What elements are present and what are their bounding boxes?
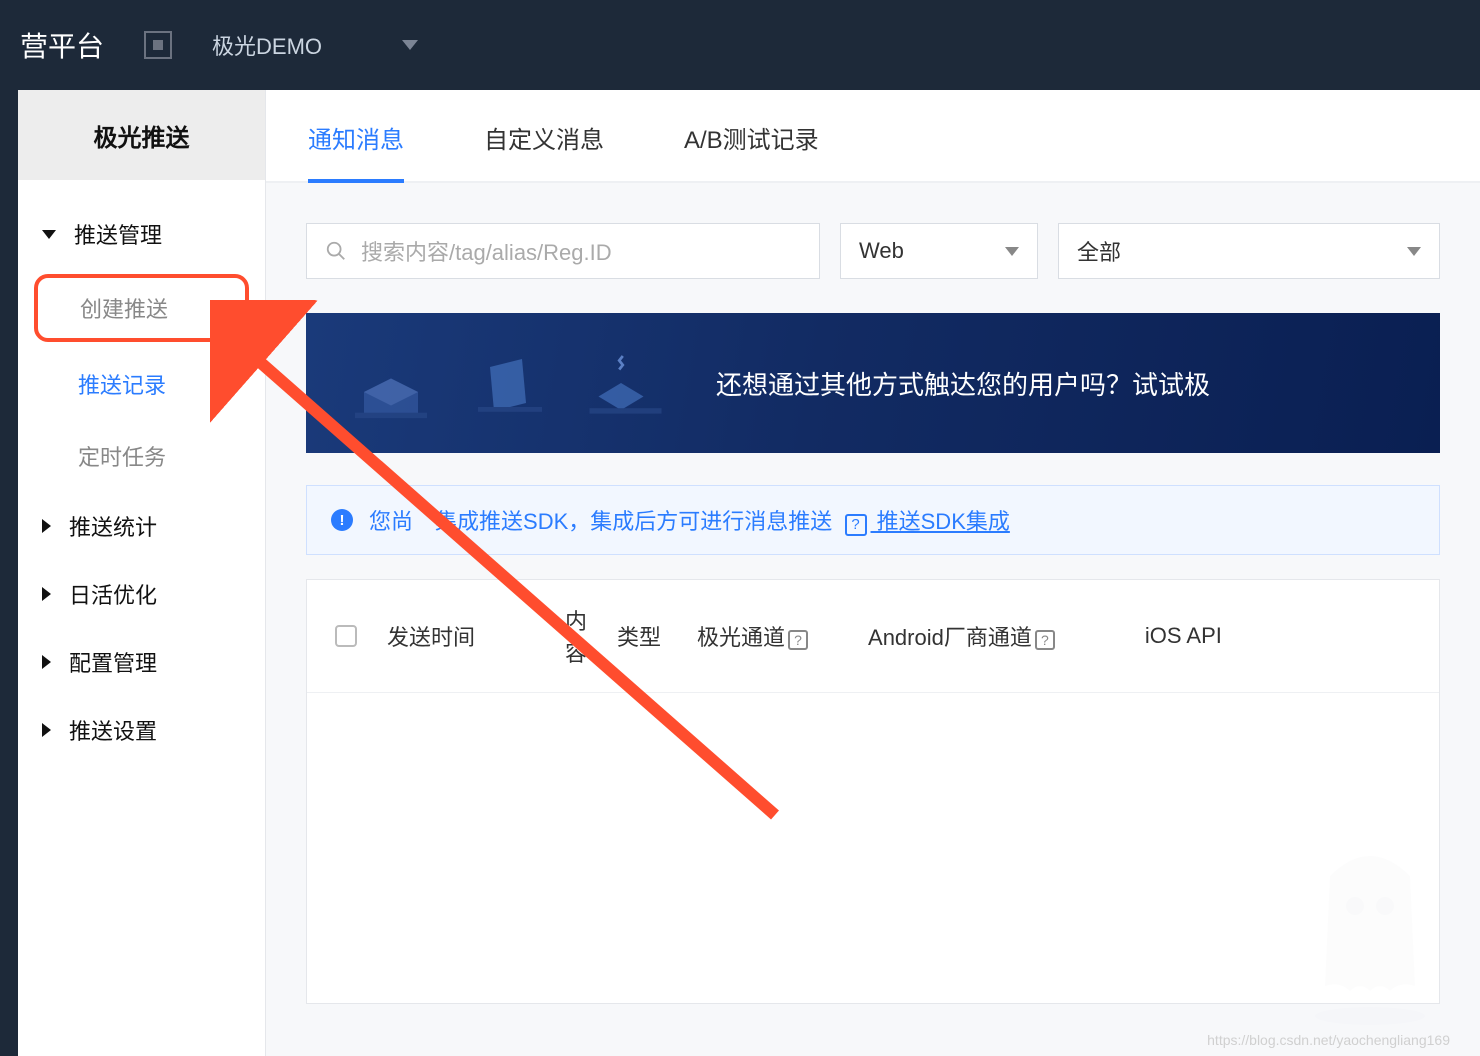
app-switcher-icon[interactable] bbox=[144, 31, 172, 59]
envelope-icon bbox=[346, 338, 436, 428]
sidebar-sub-label: 定时任务 bbox=[78, 445, 166, 470]
sidebar-group-dau[interactable]: 日活优化 bbox=[18, 560, 265, 628]
sdk-alert: ! 您尚未集成推送SDK，集成后方可进行消息推送 ? 推送SDK集成 bbox=[306, 485, 1440, 555]
tabs: 通知消息 自定义消息 A/B测试记录 bbox=[266, 90, 1480, 183]
chevron-right-icon bbox=[42, 587, 51, 601]
platform-select[interactable]: Web bbox=[840, 223, 1038, 279]
sidebar-sub-label: 推送记录 bbox=[78, 373, 166, 398]
table-header: 发送时间 内容 类型 极光通道? Android厂商通道? iOS API bbox=[307, 580, 1439, 693]
chevron-down-icon bbox=[42, 230, 56, 239]
col-ios[interactable]: iOS API bbox=[1145, 623, 1222, 649]
sidebar-sub-label: 创建推送 bbox=[80, 297, 168, 322]
col-android-channel[interactable]: Android厂商通道? bbox=[868, 620, 1055, 652]
sidebar-group-label: 推送统计 bbox=[69, 510, 157, 542]
sidebar-group-label: 推送设置 bbox=[69, 714, 157, 746]
sidebar-group-push-manage[interactable]: 推送管理 bbox=[18, 200, 265, 268]
sidebar-item-push-records[interactable]: 推送记录 bbox=[18, 348, 265, 420]
search-icon bbox=[325, 240, 347, 262]
chevron-down-icon bbox=[1407, 247, 1421, 256]
app-name: 极光DEMO bbox=[212, 29, 322, 61]
select-all-checkbox[interactable] bbox=[335, 625, 357, 647]
left-rail-stub bbox=[0, 90, 18, 1056]
col-jg-channel[interactable]: 极光通道? bbox=[697, 620, 808, 652]
sidebar-group-push-stats[interactable]: 推送统计 bbox=[18, 492, 265, 560]
sdk-link[interactable]: 推送SDK集成 bbox=[871, 509, 1010, 534]
alert-text: 您尚未集成推送SDK，集成后方可进行消息推送 ? 推送SDK集成 bbox=[369, 504, 1010, 536]
sidebar-group-config[interactable]: 配置管理 bbox=[18, 628, 265, 696]
chevron-right-icon bbox=[42, 723, 51, 737]
sidebar-title: 极光推送 bbox=[18, 90, 265, 180]
help-icon: ? bbox=[845, 514, 867, 536]
chevron-down-icon bbox=[1005, 247, 1019, 256]
col-send-time[interactable]: 发送时间 bbox=[387, 620, 517, 652]
watermark: https://blog.csdn.net/yaochengliang169 bbox=[1207, 1032, 1450, 1048]
table-empty-body bbox=[307, 693, 1439, 1003]
sidebar-group-label: 日活优化 bbox=[69, 578, 157, 610]
sidebar-group-label: 推送管理 bbox=[74, 218, 162, 250]
search-input[interactable]: 搜索内容/tag/alias/Reg.ID bbox=[306, 223, 820, 279]
select-value: Web bbox=[859, 238, 904, 264]
help-icon[interactable]: ? bbox=[788, 630, 808, 650]
records-table: 发送时间 内容 类型 极光通道? Android厂商通道? iOS API bbox=[306, 579, 1440, 1004]
chevron-right-icon bbox=[42, 519, 51, 533]
empty-illustration-icon bbox=[1290, 836, 1450, 1026]
sidebar: 极光推送 推送管理 创建推送 推送记录 定时任务 推送统计 日活优化 bbox=[18, 90, 266, 1056]
promo-banner[interactable]: 还想通过其他方式触达您的用户吗？试试极 bbox=[306, 313, 1440, 453]
sidebar-item-create-push[interactable]: 创建推送 bbox=[34, 274, 249, 342]
tab-notification[interactable]: 通知消息 bbox=[308, 90, 404, 181]
sidebar-group-settings[interactable]: 推送设置 bbox=[18, 696, 265, 764]
chevron-right-icon bbox=[42, 655, 51, 669]
filter-row: 搜索内容/tag/alias/Reg.ID Web 全部 bbox=[306, 223, 1440, 279]
phone-icon bbox=[466, 338, 546, 428]
search-placeholder: 搜索内容/tag/alias/Reg.ID bbox=[361, 235, 612, 267]
app-selector[interactable]: 极光DEMO bbox=[212, 29, 418, 61]
banner-text: 还想通过其他方式触达您的用户吗？试试极 bbox=[716, 365, 1210, 402]
platform-title: 营平台 bbox=[20, 25, 104, 65]
chevron-down-icon bbox=[402, 40, 418, 50]
cloud-icon bbox=[576, 338, 666, 428]
tab-custom-message[interactable]: 自定义消息 bbox=[484, 90, 604, 181]
help-icon[interactable]: ? bbox=[1035, 630, 1055, 650]
main-content: 通知消息 自定义消息 A/B测试记录 搜索内容/tag/alias/Reg.ID… bbox=[266, 90, 1480, 1056]
col-content[interactable]: 内容 bbox=[547, 604, 587, 668]
tab-ab-test[interactable]: A/B测试记录 bbox=[684, 90, 819, 181]
status-select[interactable]: 全部 bbox=[1058, 223, 1440, 279]
select-value: 全部 bbox=[1077, 235, 1121, 267]
sidebar-group-label: 配置管理 bbox=[69, 646, 157, 678]
col-type[interactable]: 类型 bbox=[617, 620, 667, 652]
info-icon: ! bbox=[331, 509, 353, 531]
sidebar-item-scheduled[interactable]: 定时任务 bbox=[18, 420, 265, 492]
topbar: 营平台 极光DEMO bbox=[0, 0, 1480, 90]
